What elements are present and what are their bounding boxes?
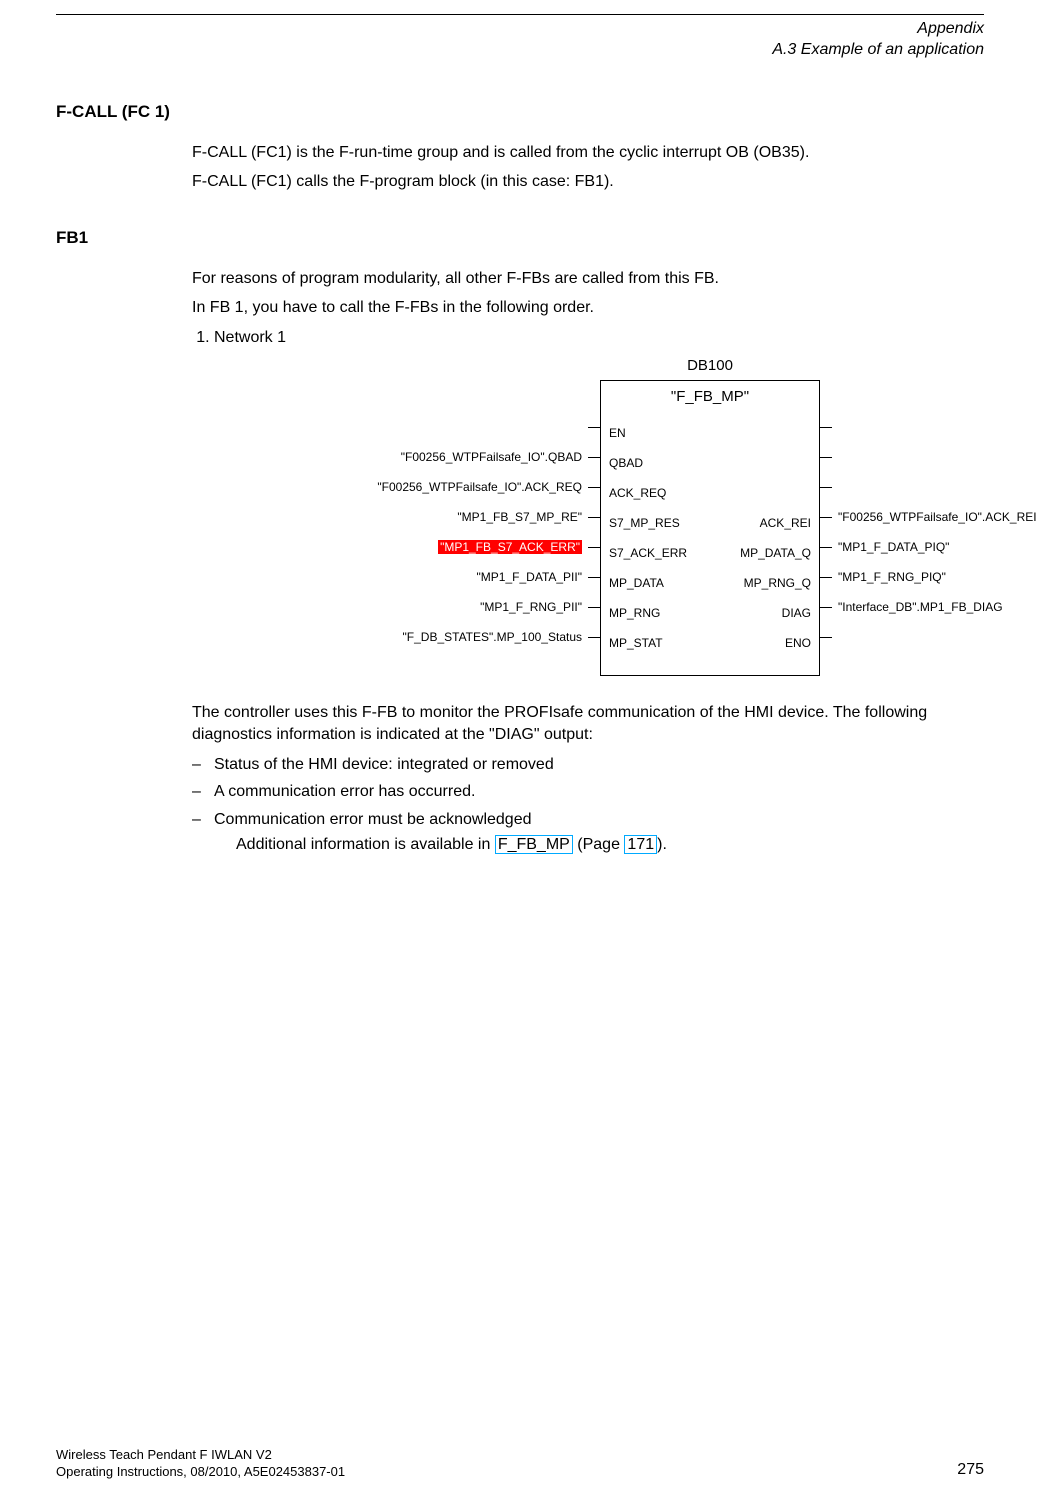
connector-tick [820,457,832,458]
port-row: MP_DATA MP_RNG_Q [601,568,819,598]
dash-list: Status of the HMI device: integrated or … [192,754,984,856]
port-left: ACK_REQ [609,485,666,501]
list-item: Communication error must be acknowledged… [192,809,984,856]
section-body-fb1: For reasons of program modularity, all o… [192,268,984,856]
port-left: MP_STAT [609,635,663,651]
footer-doc-title: Wireless Teach Pendant F IWLAN V2 [56,1446,345,1464]
connector-tick [588,577,600,578]
port-right: DIAG [782,605,811,621]
para: Additional information is available in F… [236,834,984,856]
db-label: DB100 [600,356,820,376]
connector-tick [820,637,832,638]
cross-ref-link[interactable]: F_FB_MP [495,835,573,854]
ext-label-left: "MP1_FB_S7_MP_RE" [192,509,582,525]
header-chapter: Appendix [56,19,984,40]
list-item: Status of the HMI device: integrated or … [192,754,984,776]
connector-tick [588,547,600,548]
para: F-CALL (FC1) is the F-run-time group and… [192,142,984,164]
ext-label-left: "MP1_F_RNG_PII" [192,599,582,615]
connector-tick [820,547,832,548]
function-block-diagram: DB100 "F_FB_MP" EN QBAD ACK_REQ S7_MP_RES AC… [192,356,1012,686]
port-left: S7_ACK_ERR [609,545,687,561]
port-left: QBAD [609,455,643,471]
ordered-list: Network 1 [192,327,984,349]
port-row: ACK_REQ [601,478,819,508]
text: (Page [573,836,625,853]
ext-label-left: "F00256_WTPFailsafe_IO".ACK_REQ [192,479,582,495]
footer-doc-info: Operating Instructions, 08/2010, A5E0245… [56,1463,345,1481]
text: Additional information is available in [236,836,495,853]
top-rule [56,14,984,15]
page-footer: Wireless Teach Pendant F IWLAN V2 Operat… [56,1446,984,1481]
connector-tick [820,607,832,608]
running-header: Appendix A.3 Example of an application [56,19,984,61]
ext-label-right: "F00256_WTPFailsafe_IO".ACK_REI [838,509,1037,525]
connector-tick [588,457,600,458]
page: Appendix A.3 Example of an application F… [0,0,1040,1509]
port-row: S7_MP_RES ACK_REI [601,508,819,538]
section-body-fcall: F-CALL (FC1) is the F-run-time group and… [192,142,984,193]
highlighted-label: "MP1_FB_S7_ACK_ERR" [438,540,582,554]
port-right: MP_DATA_Q [740,545,811,561]
port-left: MP_DATA [609,575,664,591]
port-left: MP_RNG [609,605,660,621]
port-right: ACK_REI [760,515,811,531]
connector-tick [820,577,832,578]
para: F-CALL (FC1) calls the F-program block (… [192,171,984,193]
connector-tick [588,517,600,518]
text: ). [657,836,667,853]
port-row: EN [601,418,819,448]
list-item: Network 1 [214,327,984,349]
footer-left: Wireless Teach Pendant F IWLAN V2 Operat… [56,1446,345,1481]
port-left: S7_MP_RES [609,515,680,531]
function-block: "F_FB_MP" ENQBADACK_REQS7_MP_RESACK_REIS… [600,380,820,676]
port-right: MP_RNG_Q [744,575,811,591]
list-text: Communication error must be acknowledged [214,811,531,828]
ext-label-right: "MP1_F_RNG_PIQ" [838,569,946,585]
connector-tick [588,427,600,428]
section-title-fcall: F-CALL (FC 1) [56,101,984,124]
connector-tick [588,637,600,638]
ext-label-left: "F_DB_STATES".MP_100_Status [192,629,582,645]
ext-label-right: "MP1_F_DATA_PIQ" [838,539,949,555]
connector-tick [588,607,600,608]
port-left: EN [609,425,626,441]
port-row: MP_STAT ENO [601,628,819,658]
connector-tick [588,487,600,488]
ext-label-left: "MP1_F_DATA_PII" [192,569,582,585]
header-section: A.3 Example of an application [56,40,984,61]
ext-label-left: "F00256_WTPFailsafe_IO".QBAD [192,449,582,465]
connector-tick [820,427,832,428]
connector-tick [820,517,832,518]
list-item: A communication error has occurred. [192,781,984,803]
block-title: "F_FB_MP" [601,381,819,417]
para: The controller uses this F-FB to monitor… [192,702,984,745]
port-row: QBAD [601,448,819,478]
page-number: 275 [957,1459,984,1481]
cross-ref-link[interactable]: 171 [624,835,657,854]
section-title-fb1: FB1 [56,227,984,250]
port-row: MP_RNG DIAG [601,598,819,628]
ext-label-left: "MP1_FB_S7_ACK_ERR" [192,539,582,555]
para: For reasons of program modularity, all o… [192,268,984,290]
para: In FB 1, you have to call the F-FBs in t… [192,297,984,319]
port-row: S7_ACK_ERR MP_DATA_Q [601,538,819,568]
ext-label-right: "Interface_DB".MP1_FB_DIAG [838,599,1003,615]
connector-tick [820,487,832,488]
port-right: ENO [785,635,811,651]
